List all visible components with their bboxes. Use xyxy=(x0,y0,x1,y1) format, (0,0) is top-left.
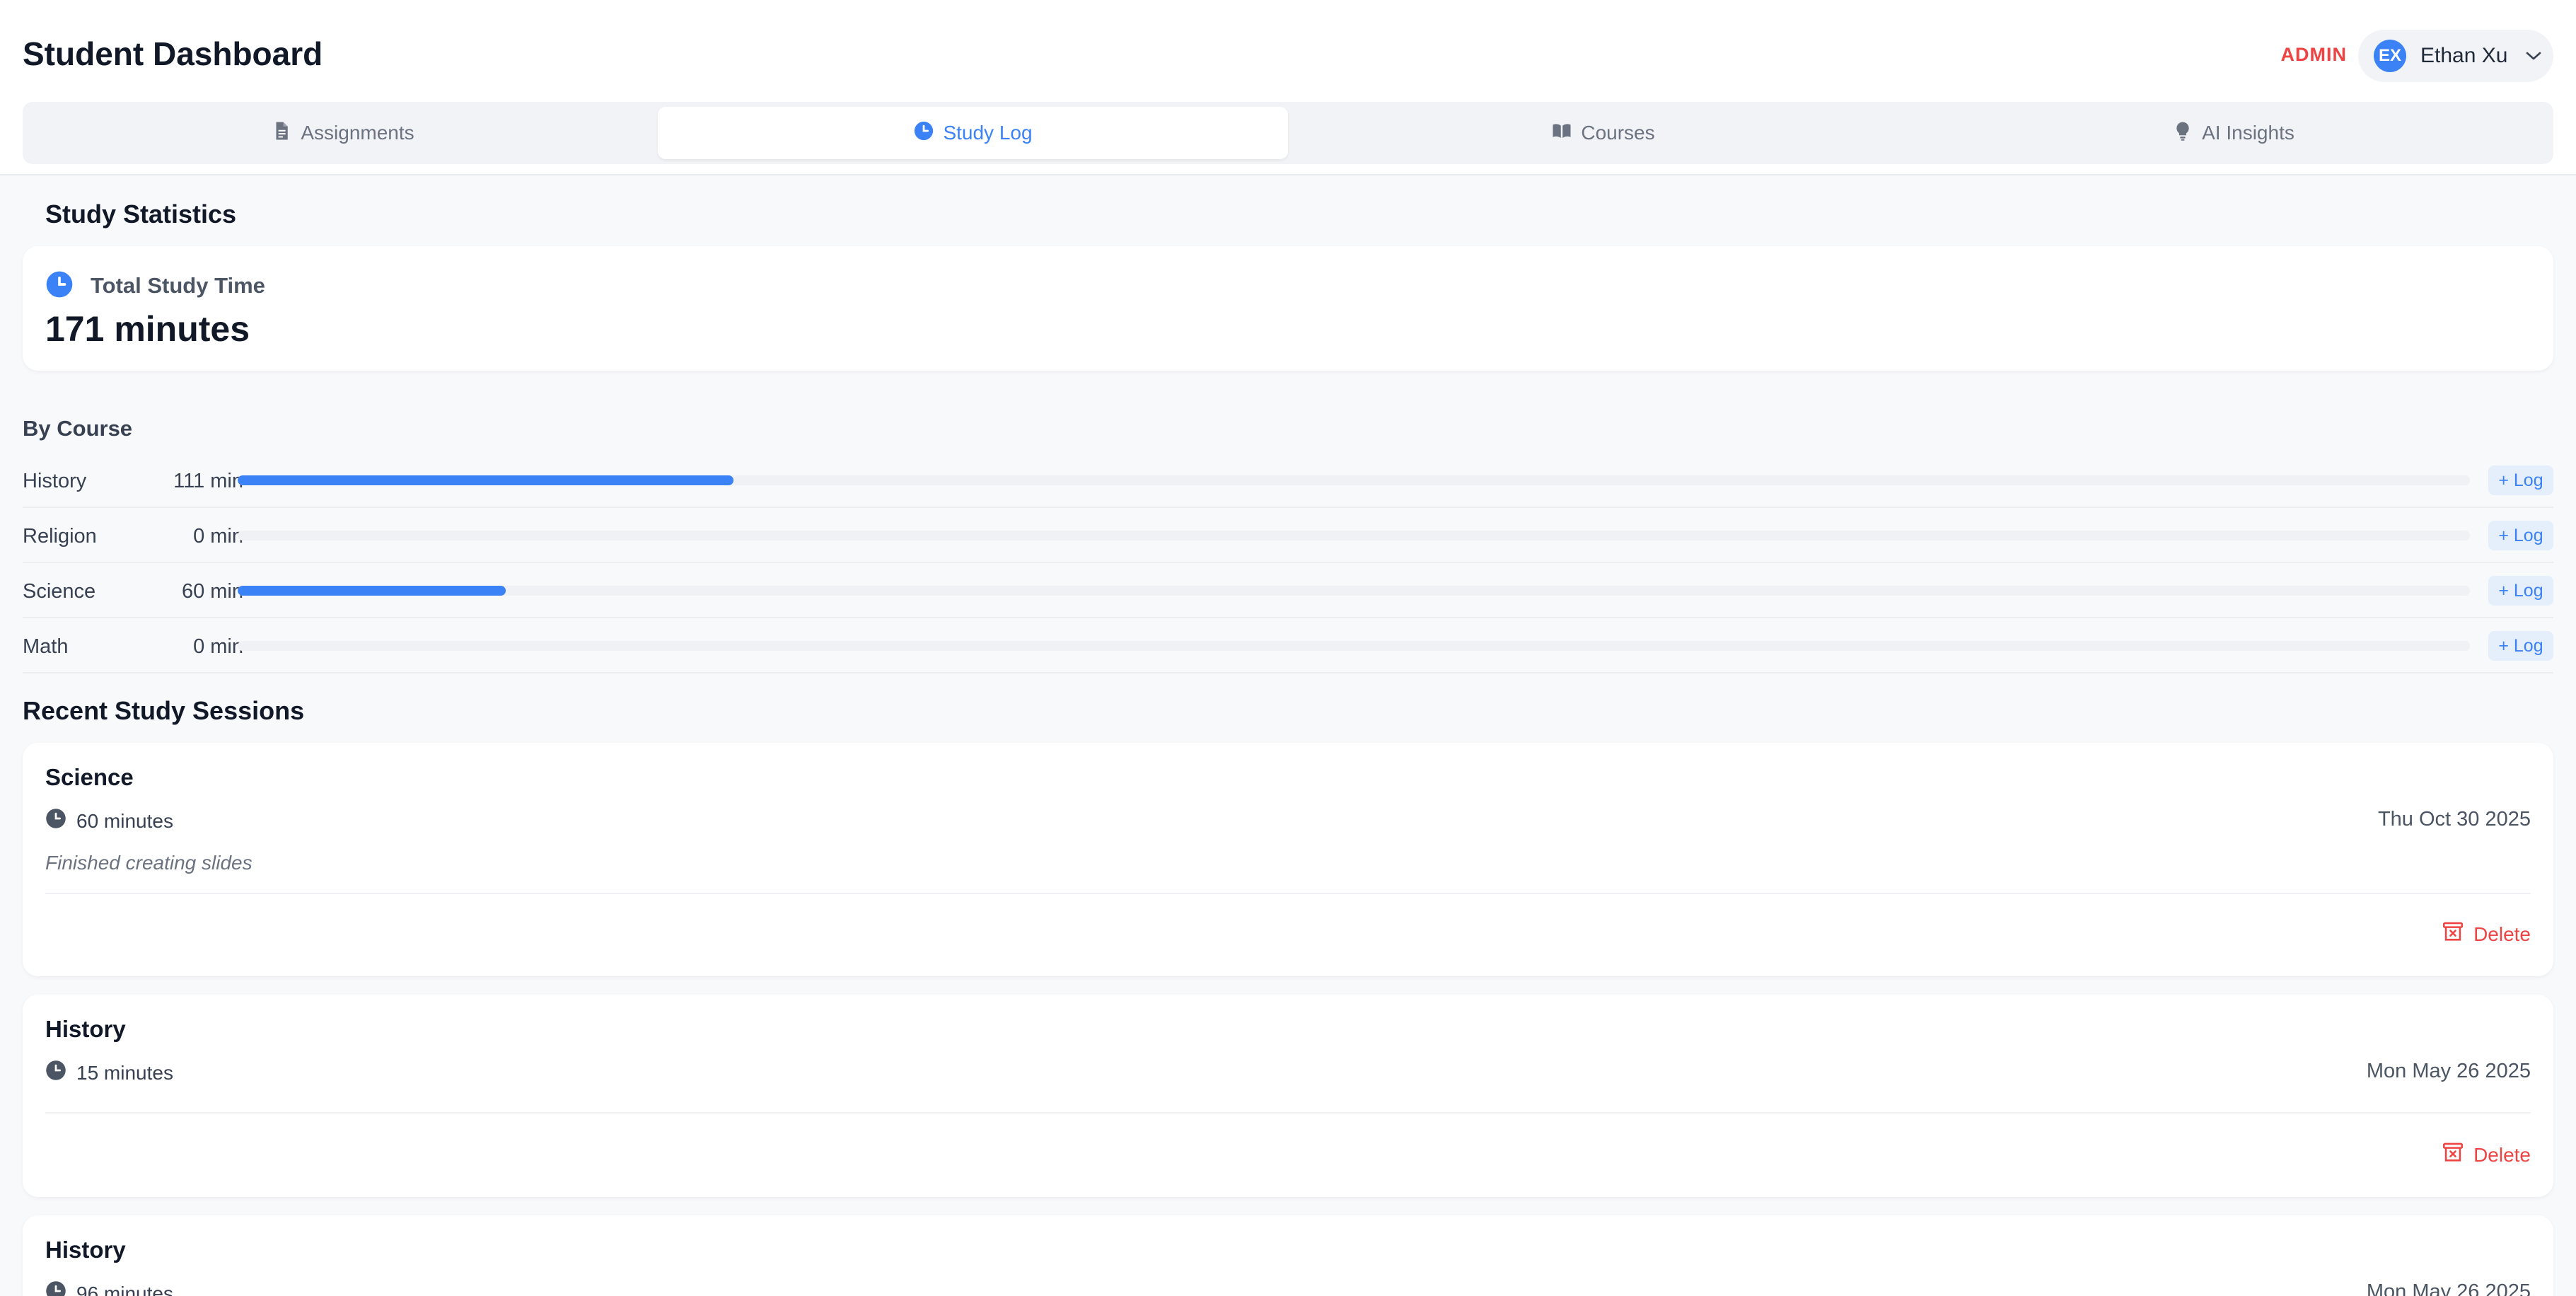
divider xyxy=(45,1112,2531,1113)
clock-icon xyxy=(45,1060,66,1086)
recent-sessions-heading: Recent Study Sessions xyxy=(23,696,305,725)
tab-assignments[interactable]: Assignments xyxy=(28,107,658,159)
course-row: Religion 0 min + Log xyxy=(23,508,2553,563)
clock-icon xyxy=(45,270,74,299)
session-card: Science 60 minutes Thu Oct 30 2025 Finis… xyxy=(23,743,2553,976)
course-minutes: 60 min xyxy=(181,580,243,603)
course-progress-track xyxy=(238,531,2470,540)
course-progress-track xyxy=(238,641,2470,651)
role-badge: ADMIN xyxy=(2280,44,2347,65)
session-duration: 60 minutes xyxy=(45,808,173,834)
lightbulb-icon xyxy=(2172,120,2193,146)
course-progress-fill xyxy=(238,586,506,596)
course-progress-track xyxy=(238,586,2470,596)
session-course: History xyxy=(45,1237,126,1263)
course-minutes: 0 min xyxy=(193,525,243,548)
total-study-time-label: Total Study Time xyxy=(91,273,265,298)
course-progress-track xyxy=(238,475,2470,485)
session-date: Mon May 26 2025 xyxy=(2366,1280,2531,1296)
log-button[interactable]: + Log xyxy=(2488,521,2553,550)
user-name: Ethan Xu xyxy=(2420,44,2508,67)
by-course-heading: By Course xyxy=(23,416,133,441)
course-row: Math 0 min + Log xyxy=(23,618,2553,673)
course-minutes: 111 min xyxy=(173,470,243,492)
course-name: Math xyxy=(23,635,69,658)
total-study-time-card: Total Study Time 171 minutes xyxy=(23,246,2553,371)
session-duration-text: 15 minutes xyxy=(76,1061,173,1084)
study-statistics-heading: Study Statistics xyxy=(45,199,237,228)
tab-courses[interactable]: Courses xyxy=(1288,107,1918,159)
session-card: History 96 minutes Mon May 26 2025 xyxy=(23,1215,2553,1296)
session-course: History xyxy=(45,1016,126,1042)
log-button[interactable]: + Log xyxy=(2488,576,2553,606)
header: Student Dashboard ADMIN EX Ethan Xu Assi… xyxy=(0,0,2576,175)
course-minutes: 0 min xyxy=(193,635,243,658)
tab-label: Courses xyxy=(1581,122,1655,144)
document-icon xyxy=(271,120,292,146)
log-button[interactable]: + Log xyxy=(2488,465,2553,495)
session-card: History 15 minutes Mon May 26 2025 Delet… xyxy=(23,995,2553,1197)
avatar: EX xyxy=(2374,40,2406,72)
page-title: Student Dashboard xyxy=(23,35,323,72)
session-duration-text: 96 minutes xyxy=(76,1282,173,1296)
course-row: Science 60 min + Log xyxy=(23,563,2553,618)
tab-bar: Assignments Study Log Courses AI Insight… xyxy=(23,102,2553,164)
clock-icon xyxy=(45,1280,66,1296)
chevron-down-icon xyxy=(2523,45,2544,66)
session-date: Mon May 26 2025 xyxy=(2366,1060,2531,1082)
delete-button[interactable]: Delete xyxy=(2441,920,2531,949)
tab-study-log[interactable]: Study Log xyxy=(658,107,1288,159)
session-course: Science xyxy=(45,764,134,790)
tab-label: Study Log xyxy=(943,122,1033,144)
session-duration-text: 60 minutes xyxy=(76,809,173,832)
book-icon xyxy=(1551,120,1572,146)
tab-ai-insights[interactable]: AI Insights xyxy=(1918,107,2548,159)
session-duration: 15 minutes xyxy=(45,1060,173,1086)
course-name: Religion xyxy=(23,525,97,548)
delete-label: Delete xyxy=(2473,922,2531,945)
session-date: Thu Oct 30 2025 xyxy=(2377,808,2531,831)
course-name: History xyxy=(23,470,87,492)
clock-icon xyxy=(913,120,934,146)
app-root: Student Dashboard ADMIN EX Ethan Xu Assi… xyxy=(0,0,2576,1296)
trash-icon xyxy=(2441,1140,2465,1169)
course-progress-fill xyxy=(238,475,733,485)
delete-button[interactable]: Delete xyxy=(2441,1140,2531,1169)
user-menu[interactable]: EX Ethan Xu xyxy=(2358,30,2553,82)
total-study-time-value: 171 minutes xyxy=(45,309,250,349)
tab-label: AI Insights xyxy=(2202,122,2294,144)
delete-label: Delete xyxy=(2473,1143,2531,1166)
divider xyxy=(45,893,2531,894)
session-note: Finished creating slides xyxy=(45,852,253,874)
tab-label: Assignments xyxy=(301,122,414,144)
clock-icon xyxy=(45,808,66,834)
log-button[interactable]: + Log xyxy=(2488,631,2553,661)
course-name: Science xyxy=(23,580,96,603)
session-duration: 96 minutes xyxy=(45,1280,173,1296)
trash-icon xyxy=(2441,920,2465,949)
course-row: History 111 min + Log xyxy=(23,453,2553,508)
